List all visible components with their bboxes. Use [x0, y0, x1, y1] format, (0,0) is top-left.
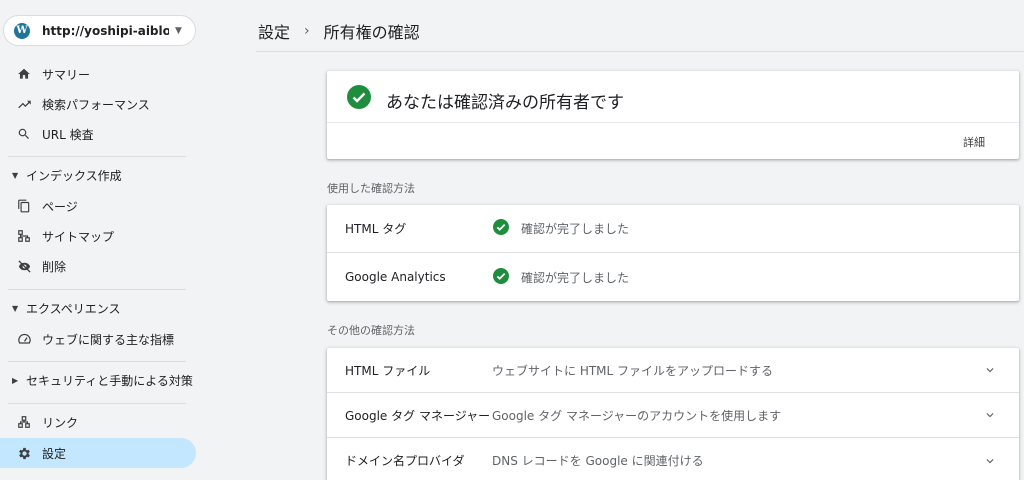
used-methods-title: 使用した確認方法 [327, 182, 415, 195]
verified-owner-card: あなたは確認済みの所有者です 詳細 [327, 71, 1019, 159]
nav-pages-label: ページ [42, 199, 78, 214]
chevron-down-icon[interactable] [983, 408, 997, 422]
nav-experience-header-label: エクスペリエンス [26, 301, 121, 316]
other-method-description: DNS レコードを Google に関連付ける [492, 454, 704, 468]
property-selector[interactable]: W http://yoshipi-aiblog.co... ▼ [3, 15, 196, 46]
speed-gauge-icon [16, 331, 32, 347]
nav-removals-label: 削除 [42, 259, 67, 274]
verified-header: あなたは確認済みの所有者です [327, 71, 1019, 123]
caret-down-icon: ▼ [175, 25, 182, 36]
chevron-down-icon[interactable] [983, 454, 997, 468]
used-method-label: HTML タグ [345, 222, 407, 236]
other-method-row[interactable]: HTML ファイル ウェブサイトに HTML ファイルをアップロードする [327, 348, 1019, 393]
nav-divider [8, 361, 186, 362]
breadcrumb-separator: › [304, 23, 310, 39]
other-method-row[interactable]: Google タグ マネージャー Google タグ マネージャーのアカウントを… [327, 393, 1019, 438]
breadcrumb-parent[interactable]: 設定 [258, 19, 290, 43]
used-methods-card: HTML タグ 確認が完了しました Google Analytics 確認が完了… [327, 205, 1019, 301]
page-title: 所有権の確認 [323, 23, 420, 42]
triangle-right-icon: ▶ [12, 375, 19, 385]
other-method-label: ドメイン名プロバイダ [345, 454, 465, 468]
other-methods-title: その他の確認方法 [327, 324, 415, 337]
nav-sitemaps[interactable]: サイトマップ [0, 221, 196, 251]
nav-settings-label: 設定 [42, 446, 67, 461]
details-button[interactable]: 詳細 [963, 134, 985, 150]
home-icon [16, 66, 32, 82]
visibility-off-icon [16, 258, 32, 274]
nav-core-web-vitals-label: ウェブに関する主な指標 [42, 332, 175, 347]
used-method-status: 確認が完了しました [493, 219, 629, 238]
nav-indexing-header-label: インデックス作成 [26, 168, 122, 183]
search-icon [16, 126, 32, 142]
used-method-status-text: 確認が完了しました [521, 222, 630, 236]
other-methods-card: HTML ファイル ウェブサイトに HTML ファイルをアップロードする Goo… [327, 348, 1019, 480]
check-circle-icon [493, 267, 509, 287]
nav-links-label: リンク [42, 415, 79, 430]
used-method-row: HTML タグ 確認が完了しました [327, 205, 1019, 253]
nav-settings[interactable]: 設定 [0, 438, 196, 468]
other-method-description: Google タグ マネージャーのアカウントを使用します [492, 408, 782, 423]
sidebar: W http://yoshipi-aiblog.co... ▼ サマリー 検索パ… [0, 0, 208, 480]
nav-performance[interactable]: 検索パフォーマンス [0, 89, 196, 119]
other-method-label: HTML ファイル [345, 363, 431, 378]
nav-security-header-label: セキュリティと手動による対策 [26, 373, 193, 388]
nav-url-inspection[interactable]: URL 検査 [0, 119, 196, 149]
links-icon [16, 414, 32, 430]
breadcrumb: 設定 › 所有権の確認 [258, 19, 420, 43]
nav-divider [8, 156, 186, 157]
nav-experience-header[interactable]: ▼ エクスペリエンス [0, 294, 196, 322]
sitemap-icon [16, 228, 32, 244]
nav-core-web-vitals[interactable]: ウェブに関する主な指標 [0, 324, 196, 354]
nav-divider [8, 403, 186, 404]
nav-pages[interactable]: ページ [0, 191, 196, 221]
nav-divider [8, 289, 186, 290]
nav-summary-label: サマリー [42, 67, 91, 82]
top-bar: 設定 › 所有権の確認 [256, 0, 1024, 52]
pages-icon [16, 198, 32, 214]
check-circle-icon [347, 85, 371, 113]
nav-security-header[interactable]: ▶ セキュリティと手動による対策 [0, 366, 196, 394]
used-method-status-text: 確認が完了しました [521, 270, 630, 285]
nav-removals[interactable]: 削除 [0, 251, 196, 281]
used-method-row: Google Analytics 確認が完了しました [327, 253, 1019, 301]
triangle-down-icon: ▼ [12, 303, 19, 313]
triangle-down-icon: ▼ [12, 170, 19, 180]
other-method-description: ウェブサイトに HTML ファイルをアップロードする [492, 363, 774, 378]
property-url: http://yoshipi-aiblog.co... [42, 23, 169, 38]
other-method-label: Google タグ マネージャー [345, 408, 491, 423]
nav-links[interactable]: リンク [0, 407, 196, 437]
other-method-row[interactable]: ドメイン名プロバイダ DNS レコードを Google に関連付ける [327, 438, 1019, 480]
nav-indexing-header[interactable]: ▼ インデックス作成 [0, 161, 196, 189]
chevron-down-icon[interactable] [983, 363, 997, 377]
used-method-status: 確認が完了しました [493, 267, 630, 287]
nav-sitemaps-label: サイトマップ [42, 229, 115, 244]
check-circle-icon [493, 219, 509, 238]
nav-summary[interactable]: サマリー [0, 59, 196, 89]
nav-url-inspection-label: URL 検査 [42, 127, 94, 142]
nav-performance-label: 検索パフォーマンス [42, 97, 150, 112]
trending-up-icon [16, 96, 32, 112]
wordpress-icon: W [14, 22, 30, 39]
used-method-label: Google Analytics [345, 270, 446, 284]
gear-icon [16, 445, 32, 461]
verified-title: あなたは確認済みの所有者です [386, 93, 624, 113]
